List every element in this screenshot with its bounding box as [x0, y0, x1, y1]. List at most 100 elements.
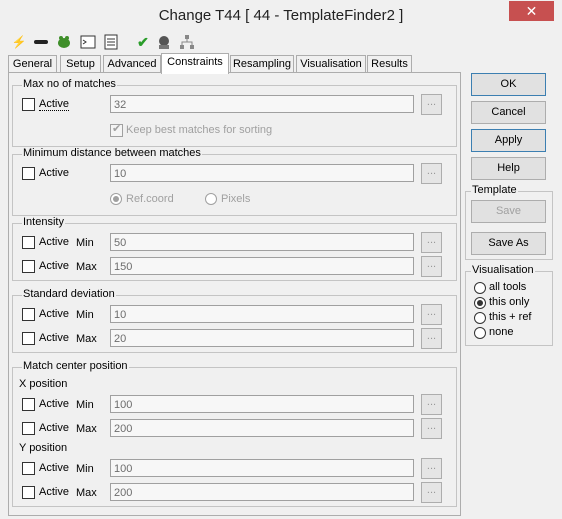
x-max-input[interactable]: 200 — [110, 419, 414, 437]
min-label: Min — [76, 309, 94, 321]
none-radio[interactable] — [474, 327, 486, 339]
min-label: Min — [76, 463, 94, 475]
group-label: Standard deviation — [22, 288, 116, 300]
browse-button[interactable]: ... — [421, 232, 442, 253]
browse-button[interactable]: ... — [421, 163, 442, 184]
intensity-max-checkbox[interactable] — [22, 260, 35, 273]
group-label: Visualisation — [471, 264, 535, 276]
browse-button[interactable]: ... — [421, 304, 442, 325]
keep-best-label: Keep best matches for sorting — [126, 124, 273, 136]
active-label: Active — [39, 398, 69, 410]
check-icon[interactable]: ✔ — [134, 32, 152, 52]
active-label: Active — [39, 98, 69, 111]
robot-icon[interactable] — [155, 32, 173, 52]
group-label: Intensity — [22, 216, 65, 228]
stddev-max-input[interactable]: 20 — [110, 329, 414, 347]
active-label: Active — [39, 422, 69, 434]
window-title: Change T44 [ 44 - TemplateFinder2 ] — [158, 7, 404, 24]
constraints-panel: Max no of matches Active 32 ... ✔ Keep b… — [8, 72, 461, 516]
max-label: Max — [76, 261, 97, 273]
this-only-radio[interactable] — [474, 297, 486, 309]
browse-button[interactable]: ... — [421, 394, 442, 415]
stddev-min-input[interactable]: 10 — [110, 305, 414, 323]
active-label: Active — [39, 167, 69, 179]
this-only-label: this only — [489, 296, 530, 308]
all-tools-radio[interactable] — [474, 282, 486, 294]
tab-visualisation[interactable]: Visualisation — [296, 55, 366, 73]
x-min-checkbox[interactable] — [22, 398, 35, 411]
x-min-input[interactable]: 100 — [110, 395, 414, 413]
lightning-icon[interactable]: ⚡ — [10, 32, 28, 52]
close-button[interactable]: ✕ — [509, 1, 554, 21]
max-label: Max — [76, 423, 97, 435]
pixels-label: Pixels — [221, 193, 251, 205]
active-label: Active — [39, 308, 69, 320]
visualisation-group: Visualisation all tools this only this +… — [465, 264, 553, 346]
y-min-checkbox[interactable] — [22, 462, 35, 475]
max-matches-input[interactable]: 32 — [110, 95, 414, 113]
min-distance-group: Minimum distance between matches Active … — [12, 147, 457, 216]
link-icon[interactable] — [32, 32, 50, 52]
stddev-max-checkbox[interactable] — [22, 332, 35, 345]
apply-button[interactable]: Apply — [471, 129, 546, 152]
ok-button[interactable]: OK — [471, 73, 546, 96]
max-matches-group: Max no of matches Active 32 ... ✔ Keep b… — [12, 78, 457, 147]
min-label: Min — [76, 399, 94, 411]
y-position-label: Y position — [19, 442, 68, 454]
browse-button[interactable]: ... — [421, 482, 442, 503]
min-distance-active-checkbox[interactable] — [22, 167, 35, 180]
stddev-min-checkbox[interactable] — [22, 308, 35, 321]
tab-results[interactable]: Results — [367, 55, 412, 73]
min-distance-input[interactable]: 10 — [110, 164, 414, 182]
browse-button[interactable]: ... — [421, 94, 442, 115]
dialog-window: Change T44 [ 44 - TemplateFinder2 ] ✕ ⚡ … — [0, 0, 562, 519]
y-max-input[interactable]: 200 — [110, 483, 414, 501]
cancel-button[interactable]: Cancel — [471, 101, 546, 124]
frog-icon[interactable] — [55, 32, 73, 52]
browse-button[interactable]: ... — [421, 256, 442, 277]
ref-coord-label: Ref.coord — [126, 193, 174, 205]
std-dev-group: Standard deviation Active Min 10 ... Act… — [12, 288, 457, 353]
intensity-group: Intensity Active Min 50 ... Active Max 1… — [12, 216, 457, 281]
this-plus-ref-label: this + ref — [489, 311, 532, 323]
title-bar: Change T44 [ 44 - TemplateFinder2 ] ✕ — [0, 0, 562, 31]
max-label: Max — [76, 333, 97, 345]
none-label: none — [489, 326, 514, 338]
ref-coord-radio[interactable] — [110, 193, 122, 205]
browse-button[interactable]: ... — [421, 328, 442, 349]
tab-setup[interactable]: Setup — [60, 55, 101, 73]
group-label: Match center position — [22, 360, 129, 372]
active-label: Active — [39, 462, 69, 474]
min-label: Min — [76, 237, 94, 249]
save-button[interactable]: Save — [471, 200, 546, 223]
tab-general[interactable]: General — [8, 55, 57, 73]
tab-resampling[interactable]: Resampling — [230, 55, 294, 73]
tab-advanced[interactable]: Advanced — [103, 55, 161, 73]
y-max-checkbox[interactable] — [22, 486, 35, 499]
intensity-min-input[interactable]: 50 — [110, 233, 414, 251]
browse-button[interactable]: ... — [421, 418, 442, 439]
max-matches-active-checkbox[interactable] — [22, 98, 35, 111]
max-label: Max — [76, 487, 97, 499]
help-button[interactable]: Help — [471, 157, 546, 180]
console-icon[interactable] — [79, 32, 97, 52]
intensity-min-checkbox[interactable] — [22, 236, 35, 249]
pixels-radio[interactable] — [205, 193, 217, 205]
browse-button[interactable]: ... — [421, 458, 442, 479]
x-max-checkbox[interactable] — [22, 422, 35, 435]
group-label: Template — [471, 184, 518, 196]
tab-constraints[interactable]: Constraints — [161, 53, 229, 74]
active-label: Active — [39, 486, 69, 498]
keep-best-checkbox[interactable]: ✔ — [110, 123, 123, 137]
save-as-button[interactable]: Save As — [471, 232, 546, 255]
active-label: Active — [39, 260, 69, 272]
active-label: Active — [39, 332, 69, 344]
network-icon[interactable] — [178, 32, 196, 52]
x-position-label: X position — [19, 378, 68, 390]
active-label: Active — [39, 236, 69, 248]
y-min-input[interactable]: 100 — [110, 459, 414, 477]
document-icon[interactable] — [102, 32, 120, 52]
intensity-max-input[interactable]: 150 — [110, 257, 414, 275]
this-plus-ref-radio[interactable] — [474, 312, 486, 324]
all-tools-label: all tools — [489, 281, 527, 293]
